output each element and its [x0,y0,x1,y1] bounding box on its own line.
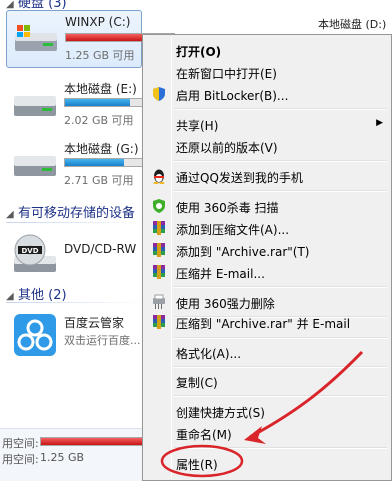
free-space-value: 1.25 GB [40,451,85,464]
details-usage-bar [40,437,150,446]
menu-item-360-force-delete[interactable]: 使用 360强力删除 [145,291,389,313]
baidu-cloud-name: 百度云管家 [64,316,125,330]
section-removable-header[interactable]: ◢ 有可移动存储的设备 [6,202,135,221]
drive-name: 本地磁盘 (G:) [64,142,139,156]
used-space-label: 用空间: [2,437,39,450]
drive-free-space: 2.02 GB 可用 [64,114,134,127]
drive-usage-fill [65,159,125,166]
section-divider [6,302,146,303]
menu-item-add-to-archive-rar[interactable]: 添加到 "Archive.rar"(T) [145,239,389,261]
menu-item-format[interactable]: 格式化(A)... [145,341,389,363]
menu-separator [174,395,387,397]
drive-d-label[interactable]: 本地磁盘 (D:) [318,16,386,32]
menu-item-open[interactable]: 打开(O) [145,39,389,61]
section-divider [6,222,146,223]
menu-item-360-scan[interactable]: 使用 360杀毒 扫描 [145,195,389,217]
collapse-arrow-icon[interactable]: ◢ [6,0,16,10]
menu-item-compress-rar-email[interactable]: 压缩到 "Archive.rar" 并 E-mail [145,311,389,333]
winrar-icon [153,221,165,235]
menu-item-properties[interactable]: 属性(R) [145,452,389,474]
drive-free-space: 2.71 GB 可用 [64,174,134,187]
collapse-arrow-icon[interactable]: ◢ [6,291,16,302]
menu-item-compress-email[interactable]: 压缩并 E-mail... [145,261,389,283]
menu-separator [174,160,387,162]
shredder-icon [153,294,165,309]
free-space-label: 用空间: [2,453,39,466]
menu-item-share[interactable]: 共享(H) ▶ [145,113,389,135]
menu-separator [174,286,387,288]
menu-separator [174,337,387,339]
dvd-drive-name: DVD/CD-RW [64,242,137,256]
360-shield-icon [153,199,165,213]
menu-item-create-shortcut[interactable]: 创建快捷方式(S) [145,400,389,422]
winrar-icon [153,265,165,279]
drive-e[interactable]: 本地磁盘 (E:) 2.02 GB 可用 [6,76,174,134]
details-pane: 用空间: 用空间: 1.25 GB [0,428,150,481]
hard-drive-icon [14,156,56,176]
dvd-drive-icon: DVD [14,234,56,272]
windows-drive-icon [15,25,57,51]
menu-item-restore-versions[interactable]: 还原以前的版本(V) [145,135,389,157]
menu-item-rename[interactable]: 重命名(M) [145,422,389,444]
winrar-icon [153,243,165,257]
dvd-drive[interactable]: DVD DVD/CD-RW [6,226,142,284]
svg-text:DVD: DVD [21,247,38,255]
winrar-icon [153,315,165,329]
hard-drive-icon [14,96,56,116]
drive-name: 本地磁盘 (E:) [64,82,137,96]
section-other-header[interactable]: ◢ 其他 (2) [6,284,67,303]
menu-item-copy[interactable]: 复制(C) [145,370,389,392]
menu-separator [174,108,387,110]
shield-icon [153,87,165,101]
menu-item-qq-send[interactable]: 通过QQ发送到我的手机 [145,165,389,187]
baidu-cloud-icon [14,314,56,356]
context-menu: 打开(O) 在新窗口中打开(E) 启用 BitLocker(B)... 共享(H… [142,34,392,481]
drive-usage-fill [65,99,130,106]
menu-separator [174,366,387,368]
menu-item-add-to-archive[interactable]: 添加到压缩文件(A)... [145,217,389,239]
menu-separator [174,190,387,192]
menu-item-open-new-window[interactable]: 在新窗口中打开(E) [145,61,389,83]
drive-free-space: 1.25 GB 可用 [65,49,135,62]
drive-name: WINXP (C:) [65,15,131,29]
drive-c[interactable]: WINXP (C:) 1.25 GB 可用 [6,10,175,68]
drive-g[interactable]: 本地磁盘 (G:) 2.71 GB 可用 [6,136,174,194]
menu-item-bitlocker[interactable]: 启用 BitLocker(B)... [145,83,389,105]
qq-penguin-icon [153,169,165,184]
baidu-cloud-item[interactable]: 百度云管家 双击运行百度... [6,306,142,364]
menu-separator [174,447,387,449]
baidu-cloud-subtitle: 双击运行百度... [64,334,141,347]
collapse-arrow-icon[interactable]: ◢ [6,209,16,220]
submenu-arrow-icon: ▶ [376,118,383,128]
